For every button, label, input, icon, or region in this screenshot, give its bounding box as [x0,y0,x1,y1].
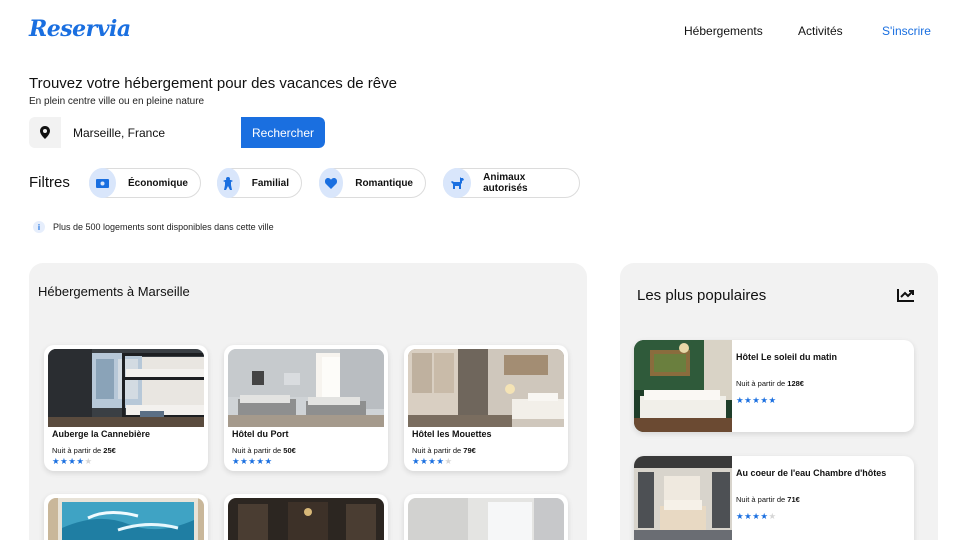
star-icon: ★ [444,456,453,466]
popular-photo [634,340,732,432]
search-input[interactable] [61,117,241,148]
nav-activites[interactable]: Activités [798,24,843,38]
listing-card[interactable] [224,494,388,540]
star-icon: ★ [760,511,769,521]
star-icon: ★ [52,456,61,466]
nav-hebergements[interactable]: Hébergements [684,24,763,38]
page-title: Trouvez votre hébergement pour des vacan… [29,75,397,92]
map-pin-icon [29,117,61,148]
listing-card[interactable]: Hôtel les Mouettes Nuit à partir de 79€ … [404,345,568,471]
filter-label: Romantique [355,177,413,189]
trending-up-icon [897,288,915,307]
listing-name: Auberge la Cannebière [52,429,151,439]
star-icon: ★ [436,456,445,466]
search-button[interactable]: Rechercher [241,117,325,148]
filter-label: Économique [127,177,188,189]
info-text: Plus de 500 logements sont disponibles d… [53,222,274,232]
popular-photo [634,456,732,540]
listing-card[interactable] [44,494,208,540]
money-icon [89,168,116,198]
star-icon: ★ [84,456,93,466]
filter-animaux[interactable]: Animaux autorisés [443,168,580,198]
listing-photo [48,498,204,540]
listing-photo [228,498,384,540]
listing-name: Hôtel les Mouettes [412,429,492,439]
popular-name: Au coeur de l'eau Chambre d'hôtes [736,468,887,478]
nav-signup[interactable]: S'inscrire [882,24,931,38]
popular-title: Les plus populaires [637,287,767,304]
star-icon: ★ [736,395,745,405]
star-icon: ★ [76,456,85,466]
star-icon: ★ [412,456,421,466]
listing-price: Nuit à partir de 25€ [52,446,116,455]
filter-label: Familial [251,177,289,189]
star-icon: ★ [264,456,273,466]
listing-card[interactable]: Hôtel du Port Nuit à partir de 50€ ★★★★★ [224,345,388,471]
star-icon: ★ [256,456,265,466]
rating-stars: ★★★★★ [412,456,453,467]
search-bar: Rechercher [29,117,325,148]
listings-title: Hébergements à Marseille [38,284,190,299]
star-icon: ★ [736,511,745,521]
filter-familial[interactable]: Familial [217,168,302,198]
star-icon: ★ [768,511,777,521]
popular-price: Nuit à partir de 71€ [736,495,800,504]
logo[interactable]: Reservia [29,16,131,42]
popular-card[interactable]: Au coeur de l'eau Chambre d'hôtes Nuit à… [634,456,914,540]
listing-photo [48,349,204,427]
star-icon: ★ [760,395,769,405]
listing-price: Nuit à partir de 50€ [232,446,296,455]
listing-photo [408,498,564,540]
listing-photo [408,349,564,427]
info-icon: i [33,221,45,233]
popular-card[interactable]: Hôtel Le soleil du matin Nuit à partir d… [634,340,914,432]
listing-name: Hôtel du Port [232,429,289,439]
rating-stars: ★★★★★ [736,395,777,406]
popular-name: Hôtel Le soleil du matin [736,352,838,362]
star-icon: ★ [768,395,777,405]
info-note: i Plus de 500 logements sont disponibles… [33,221,274,233]
filters-label: Filtres [29,174,70,191]
dog-icon [443,168,472,198]
rating-stars: ★★★★★ [736,511,777,522]
rating-stars: ★★★★★ [52,456,93,467]
listing-price: Nuit à partir de 79€ [412,446,476,455]
page-subtitle: En plein centre ville ou en pleine natur… [29,96,205,107]
listing-card[interactable] [404,494,568,540]
filter-economique[interactable]: Économique [89,168,201,198]
star-icon: ★ [232,456,241,466]
rating-stars: ★★★★★ [232,456,273,467]
popular-price: Nuit à partir de 128€ [736,379,804,388]
filter-romantique[interactable]: Romantique [319,168,426,198]
child-icon [217,168,240,198]
listing-card[interactable]: Auberge la Cannebière Nuit à partir de 2… [44,345,208,471]
filter-label: Animaux autorisés [483,172,528,194]
listing-photo [228,349,384,427]
heart-icon [319,168,344,198]
